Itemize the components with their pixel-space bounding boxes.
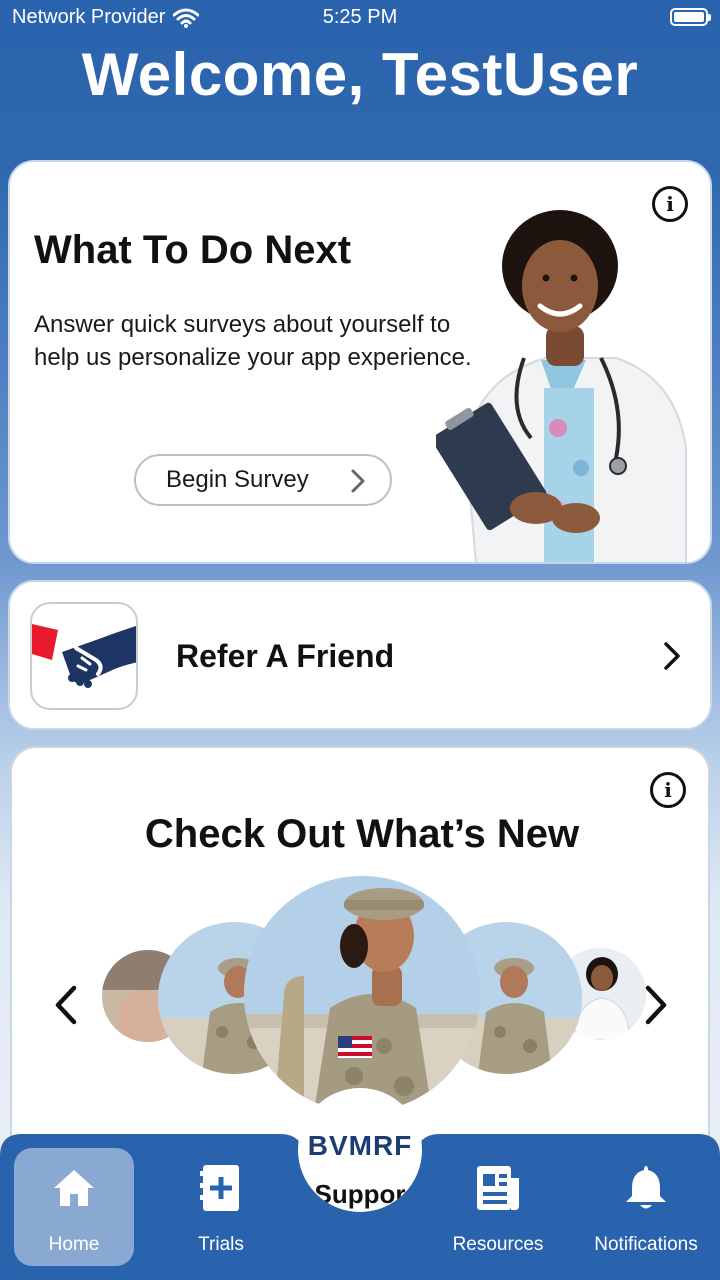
carousel-slide-active[interactable]	[244, 876, 480, 1112]
refer-a-friend-label: Refer A Friend	[176, 638, 395, 674]
brand-logo-text: BVMRF	[307, 1130, 413, 1161]
newspaper-icon	[477, 1166, 519, 1210]
whats-new-title: Check Out What’s New	[144, 812, 580, 856]
support-peek-label: Suppor	[314, 1179, 406, 1209]
tab-home[interactable]: Home	[14, 1148, 134, 1266]
carousel-prev-icon[interactable]	[52, 984, 78, 1026]
tab-resources[interactable]: Resources	[437, 1148, 559, 1266]
begin-survey-button[interactable]: Begin Survey	[134, 454, 392, 506]
battery-icon	[670, 8, 711, 26]
doctor-illustration	[436, 210, 687, 562]
add-document-icon	[200, 1165, 239, 1211]
center-logo-button[interactable]: BVMRF Suppor	[298, 1088, 422, 1212]
handshake-icon	[32, 624, 136, 688]
tab-notifications-label: Notifications	[594, 1234, 698, 1255]
what-to-do-next-card: i What To Do Next Answer quick surveys a…	[8, 160, 712, 564]
refer-a-friend-card[interactable]: Refer A Friend	[8, 580, 712, 730]
tab-trials[interactable]: Trials	[161, 1148, 281, 1266]
carousel-next-icon[interactable]	[644, 984, 670, 1026]
status-time: 5:25 PM	[322, 6, 398, 28]
next-card-description: Answer quick surveys about yourself to h…	[34, 311, 472, 371]
tab-trials-label: Trials	[198, 1234, 244, 1255]
begin-survey-label: Begin Survey	[166, 466, 309, 493]
status-bar: Network Provider 5:25 PM	[0, 0, 720, 38]
welcome-title: Welcome, TestUser	[81, 41, 639, 108]
tab-home-label: Home	[48, 1234, 100, 1255]
chevron-right-icon[interactable]	[662, 640, 682, 672]
info-icon[interactable]: i	[650, 772, 686, 808]
tab-notifications[interactable]: Notifications	[584, 1148, 708, 1266]
tab-resources-label: Resources	[452, 1234, 544, 1255]
home-icon	[54, 1170, 94, 1206]
bell-icon	[626, 1166, 666, 1209]
handshake-logo	[30, 602, 138, 710]
chevron-right-icon	[351, 469, 365, 493]
next-card-title: What To Do Next	[34, 228, 352, 272]
